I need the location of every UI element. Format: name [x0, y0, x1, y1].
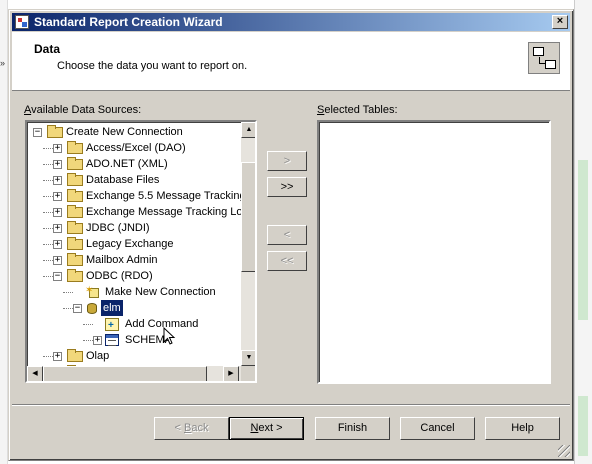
expand-icon[interactable]: + — [53, 256, 62, 265]
background-highlight — [578, 160, 588, 320]
folder-icon — [67, 237, 83, 250]
data-source-tree[interactable]: − Create New Connection + Access/Excel (DAO… — [25, 120, 257, 383]
expand-icon[interactable]: + — [53, 352, 62, 361]
background-left-edge — [0, 0, 8, 464]
scrollbar-corner — [241, 366, 255, 381]
background-chevron-icon: » — [0, 58, 6, 68]
collapse-icon[interactable]: − — [53, 272, 62, 281]
available-data-sources-label: Available Data Sources: — [24, 104, 142, 116]
scroll-up-button[interactable]: ▲ — [241, 122, 255, 138]
tree-item-label: Add Command — [125, 318, 199, 330]
page-title: Data — [34, 42, 61, 56]
remove-table-button[interactable]: < — [267, 225, 307, 245]
remove-all-tables-button[interactable]: << — [267, 251, 307, 271]
add-command-icon — [105, 318, 119, 334]
expand-icon[interactable]: + — [53, 208, 62, 217]
tree-item[interactable]: Add Command — [27, 316, 241, 334]
title-bar[interactable]: Standard Report Creation Wizard × — [12, 13, 570, 31]
tree-item-label: JDBC (JNDI) — [86, 222, 150, 234]
tree-vertical-scrollbar[interactable]: ▲ ▼ — [241, 122, 255, 366]
back-button[interactable]: < Back — [154, 417, 229, 440]
finish-button[interactable]: Finish — [315, 417, 390, 440]
folder-icon — [67, 253, 83, 266]
tree-item[interactable]: + Exchange Message Tracking Lo — [27, 204, 241, 220]
tree-item-label: ADO.NET (XML) — [86, 158, 168, 170]
tree-item-label: Legacy Exchange — [86, 238, 174, 250]
cancel-button[interactable]: Cancel — [400, 417, 475, 440]
tree-item[interactable]: − ODBC (RDO) — [27, 268, 241, 284]
selected-tables-label: Selected Tables: — [317, 104, 398, 116]
horizontal-scroll-thumb[interactable] — [43, 366, 207, 381]
page-subtitle: Choose the data you want to report on. — [57, 60, 248, 72]
tree-item-label: Mailbox Admin — [86, 254, 158, 266]
add-table-button[interactable]: > — [267, 151, 307, 171]
scroll-right-button[interactable]: ▶ — [223, 366, 239, 381]
expand-icon[interactable]: + — [53, 144, 62, 153]
folder-icon — [67, 141, 83, 154]
expand-icon[interactable]: + — [93, 336, 102, 345]
app-icon — [15, 15, 29, 29]
tree-item[interactable]: ✶ Make New Connection — [27, 284, 241, 300]
add-all-tables-button[interactable]: >> — [267, 177, 307, 197]
collapse-icon[interactable]: − — [73, 304, 82, 313]
expand-icon[interactable]: + — [53, 192, 62, 201]
tree-item-label: Create New Connection — [66, 126, 183, 138]
scroll-thumb[interactable] — [241, 162, 255, 272]
new-connection-icon: ✶ — [85, 286, 101, 299]
next-button[interactable]: Next > — [229, 417, 304, 440]
collapse-icon[interactable]: − — [33, 128, 42, 137]
tree-item-label: Database Files — [86, 174, 160, 186]
mouse-cursor-icon — [163, 327, 176, 345]
resize-grip-icon[interactable] — [558, 445, 570, 457]
selected-tables-list[interactable] — [317, 120, 551, 384]
folder-icon — [67, 221, 83, 234]
scroll-left-button[interactable]: ◀ — [27, 366, 43, 381]
tree-item[interactable]: − elm — [27, 300, 241, 316]
tree-item-label: elm — [101, 300, 123, 316]
tree-item-label: Make New Connection — [105, 286, 216, 298]
expand-icon[interactable]: + — [53, 160, 62, 169]
folder-icon — [67, 349, 83, 362]
footer-divider — [12, 404, 570, 406]
data-link-icon — [528, 42, 560, 74]
folder-icon — [67, 173, 83, 186]
folder-icon — [67, 205, 83, 218]
window-title: Standard Report Creation Wizard — [34, 15, 223, 29]
tree-item-label: Access/Excel (DAO) — [86, 142, 186, 154]
tree-item[interactable]: + Olap — [27, 348, 241, 364]
expand-icon[interactable]: + — [53, 240, 62, 249]
tree-item[interactable]: + SCHEMA — [27, 332, 241, 348]
tree-item[interactable]: + Access/Excel (DAO) — [27, 140, 241, 156]
tree-item[interactable]: + Exchange 5.5 Message Tracking — [27, 188, 241, 204]
tree-item-label: Olap — [86, 350, 110, 362]
wizard-header: Data Choose the data you want to report … — [12, 32, 570, 91]
schema-icon — [105, 334, 119, 346]
background-highlight — [578, 396, 588, 456]
tree-item[interactable]: + Mailbox Admin — [27, 252, 241, 268]
tree-item-label: Exchange Message Tracking Lo — [86, 206, 241, 218]
tree-item[interactable]: + ADO.NET (XML) — [27, 156, 241, 172]
database-icon — [85, 302, 99, 315]
folder-icon — [67, 157, 83, 170]
wizard-dialog: Standard Report Creation Wizard × Data C… — [8, 9, 574, 461]
close-button[interactable]: × — [552, 15, 568, 29]
tree-rows: − Create New Connection + Access/Excel (DAO… — [27, 122, 241, 366]
tree-item[interactable]: + Database Files — [27, 172, 241, 188]
help-button[interactable]: Help — [485, 417, 560, 440]
folder-icon — [67, 189, 83, 202]
tree-item[interactable]: + JDBC (JNDI) — [27, 220, 241, 236]
tree-item[interactable]: + Legacy Exchange — [27, 236, 241, 252]
tree-item-label: Exchange 5.5 Message Tracking — [86, 190, 241, 202]
expand-icon[interactable]: + — [53, 224, 62, 233]
tree-item[interactable]: − Create New Connection — [27, 124, 241, 140]
scroll-down-button[interactable]: ▼ — [241, 350, 255, 366]
tree-item-label: ODBC (RDO) — [86, 270, 153, 282]
folder-icon — [47, 125, 63, 138]
folder-icon — [67, 269, 83, 282]
tree-horizontal-scrollbar[interactable]: ◀ ▶ — [27, 366, 241, 381]
expand-icon[interactable]: + — [53, 176, 62, 185]
